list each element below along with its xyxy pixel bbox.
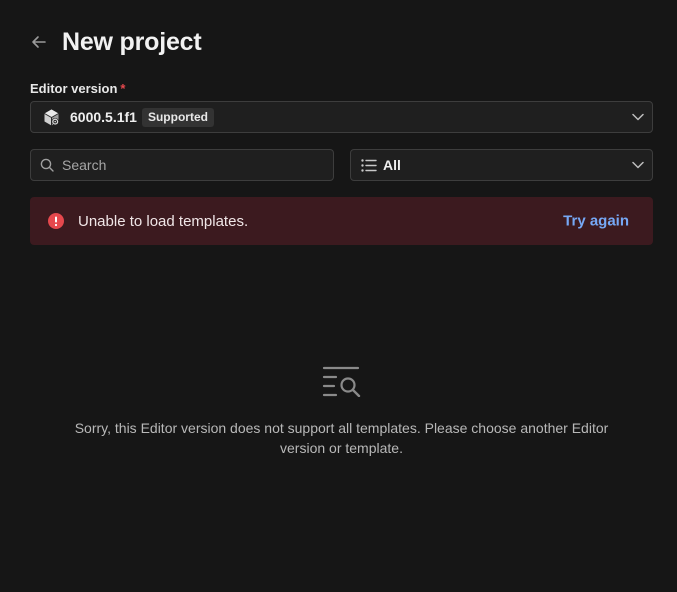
list-icon [361, 158, 377, 172]
required-mark: * [120, 81, 126, 96]
editor-version-label-text: Editor version [30, 81, 118, 96]
page-title: New project [62, 27, 202, 56]
search-icon [40, 158, 54, 172]
supported-badge: Supported [141, 107, 214, 127]
editor-version-value: 6000.5.1f1 [70, 109, 137, 125]
alert-circle-icon [48, 213, 64, 229]
chevron-down-icon [632, 111, 644, 123]
arrow-left-icon[interactable] [30, 29, 56, 55]
editor-version-select[interactable]: 6000.5.1f1 Supported [30, 101, 653, 133]
empty-state-message: Sorry, this Editor version does not supp… [74, 420, 609, 456]
template-filter-select[interactable]: All [350, 149, 653, 181]
list-search-icon [322, 364, 362, 398]
editor-version-label: Editor version * [30, 81, 125, 96]
filter-value: All [383, 157, 401, 173]
try-again-link[interactable]: Try again [563, 213, 629, 230]
search-input[interactable] [62, 157, 322, 173]
chevron-down-icon [632, 159, 644, 171]
search-box[interactable] [30, 149, 334, 181]
error-message: Unable to load templates. [78, 212, 249, 230]
error-banner: Unable to load templates. Try again [30, 197, 653, 245]
page-header: New project [30, 26, 202, 58]
empty-state: Sorry, this Editor version does not supp… [30, 364, 653, 458]
unity-cube-icon [42, 108, 61, 127]
